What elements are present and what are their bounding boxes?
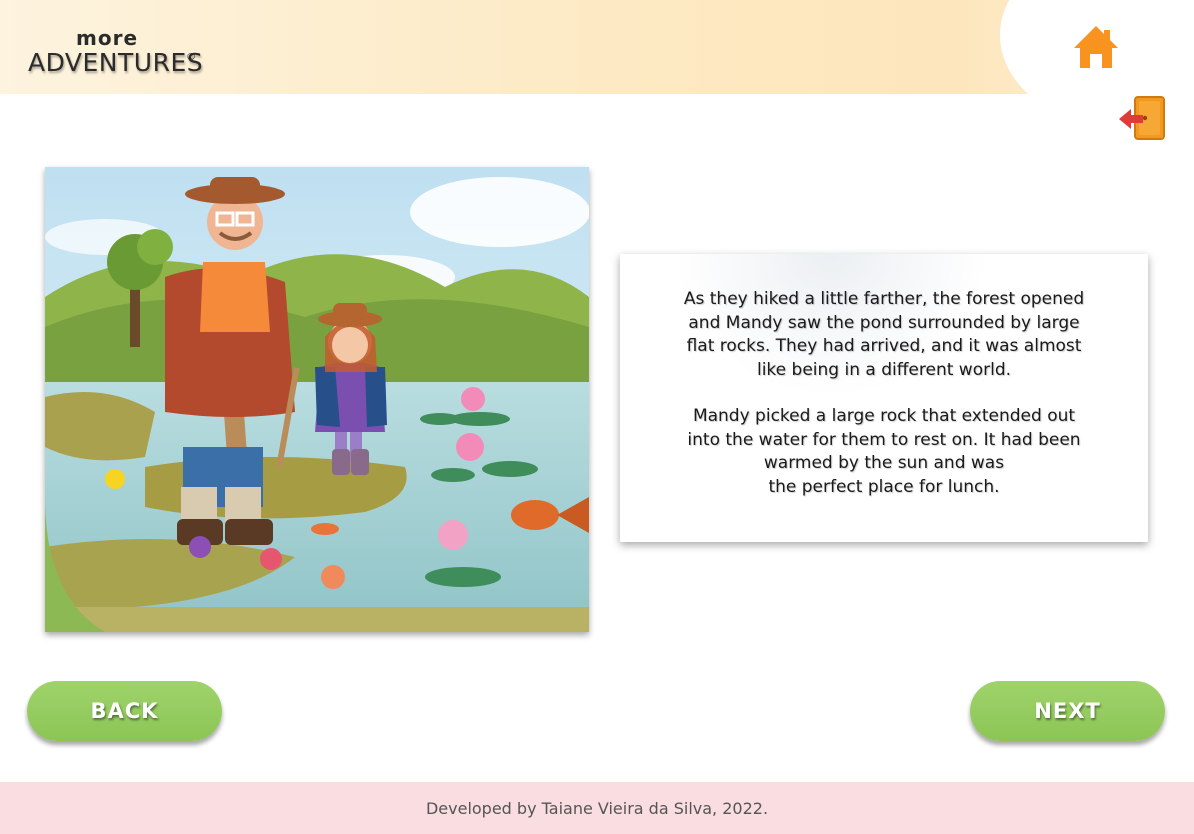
story-illustration [45, 167, 589, 632]
footer-bar: Developed by Taiane Vieira da Silva, 202… [0, 782, 1194, 834]
logo-adventures-text: ADVENTURES [28, 48, 204, 77]
story-text-card: As they hiked a little farther, the fore… [620, 254, 1148, 542]
logo-copyright-mark: © [186, 52, 196, 63]
exit-door-icon[interactable] [1117, 95, 1167, 141]
logo-more-text: more [76, 26, 139, 50]
story-paragraph-1: As they hiked a little farther, the fore… [683, 289, 1085, 380]
story-paragraph-2: Mandy picked a large rock that extended … [687, 406, 1081, 497]
header-bar: more ADVENTURES © [0, 0, 1194, 94]
app-logo: more ADVENTURES © [28, 26, 218, 82]
home-icon[interactable] [1072, 24, 1120, 70]
back-button[interactable]: BACK [27, 681, 222, 741]
footer-credit: Developed by Taiane Vieira da Silva, 202… [425, 798, 769, 818]
next-button[interactable]: NEXT [970, 681, 1165, 741]
